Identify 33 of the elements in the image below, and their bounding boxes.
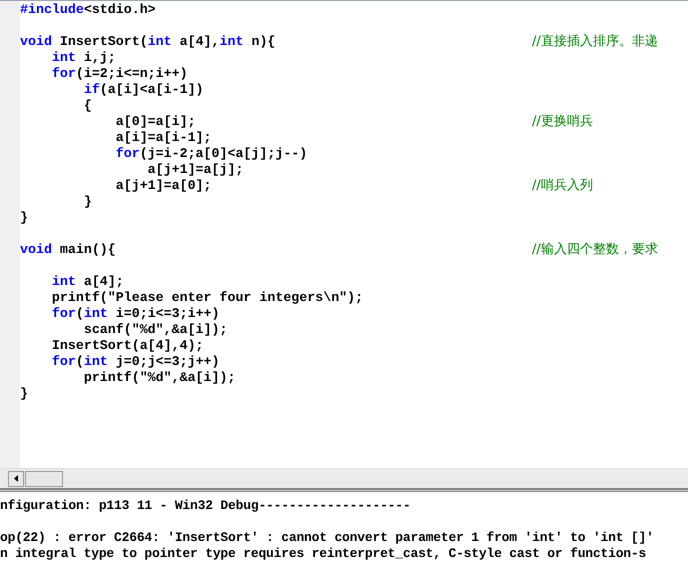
code-line: InsertSort(a[4],4); [50,338,205,354]
scroll-left-button[interactable] [8,470,24,486]
code-comment: //输入四个整数，要求 [532,242,658,258]
code-line: int a[4]; [50,274,125,290]
code-line: a[i]=a[i-1]; [114,130,213,146]
code-line: a[j+1]=a[0]; [114,178,213,194]
code-line: #include<stdio.h> [20,2,157,18]
output-line: op(22) : error C2664: 'InsertSort' : cannot convert parameter 1 from 'int' to 'int []' [0,530,655,546]
code-line: void main(){ [20,242,117,258]
code-line: a[j+1]=a[j]; [146,162,244,178]
code-line: if(a[i]<a[i-1]) [82,82,205,98]
output-line: n integral type to pointer type requires reinterpret_cast, C-style cast or function-s [0,546,648,562]
code-line: } [20,210,29,226]
code-line: int i,j; [50,50,117,66]
code-line: printf("%d",&a[i]); [82,370,236,386]
code-line: scanf("%d",&a[i]); [82,322,228,338]
code-line: a[0]=a[i]; [114,114,197,130]
code-comment: //更换哨兵 [532,114,593,130]
left-arrow-icon [14,475,18,482]
code-line: } [20,386,29,402]
code-line: for(int j=0;j<=3;j++) [50,354,221,370]
code-comment: //哨兵入列 [532,178,593,194]
horizontal-scrollbar[interactable] [0,468,688,488]
code-line: for(int i=0;i<=3;i++) [50,306,221,322]
code-line: } [82,194,93,210]
code-comment: //直接插入排序。非递 [532,34,658,50]
code-line: for(i=2;i<=n;i++) [50,66,189,82]
code-line: { [82,98,93,114]
code-line: for(j=i-2;a[0]<a[j];j--) [114,146,308,162]
code-line: printf("Please enter four integers\n"); [50,290,364,306]
output-line: nfiguration: p113 11 - Win32 Debug-------------------- [0,498,412,514]
code-line: void InsertSort(int a[4],int n){ [20,34,276,50]
scroll-thumb[interactable] [25,470,63,486]
